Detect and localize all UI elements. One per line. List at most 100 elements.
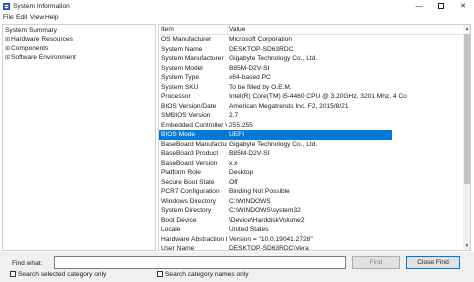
close-window-button[interactable]: ✕: [452, 0, 474, 13]
row-item: System Type: [161, 74, 199, 81]
row-value: C:\WINDOWS\system32: [229, 207, 301, 214]
row-item: SMBIOS Version: [161, 112, 211, 119]
table-row[interactable]: System Name DESKTOP-SD63RDC: [159, 45, 463, 55]
table-row[interactable]: System SKU To be filled by O.E.M.: [159, 83, 463, 93]
scroll-thumb[interactable]: [464, 34, 470, 184]
title-bar: System Information — ✕: [0, 0, 474, 13]
column-header-value[interactable]: Value: [229, 26, 245, 33]
table-row[interactable]: System Directory C:\WINDOWS\system32: [159, 206, 463, 216]
scroll-up-icon[interactable]: ▲: [463, 25, 470, 33]
menu-help[interactable]: Help: [45, 14, 59, 21]
row-item: Windows Directory: [161, 197, 216, 205]
row-item: Hardware Abstraction L...: [161, 235, 227, 243]
close-find-button[interactable]: Close Find: [406, 256, 460, 269]
row-value: x64-based PC: [229, 74, 271, 81]
table-row[interactable]: SMBIOS Version 2.7: [159, 111, 463, 121]
tree-item-components[interactable]: ⊞Components: [5, 44, 48, 53]
row-item: System Manufacturer: [161, 55, 224, 62]
menu-bar: File Edit View Help: [0, 13, 474, 23]
menu-view[interactable]: View: [30, 14, 44, 21]
table-row[interactable]: PCR7 Configuration Binding Not Possible: [159, 187, 463, 197]
row-item: System SKU: [161, 83, 199, 91]
table-row[interactable]: Secure Boot State Off: [159, 178, 463, 188]
table-row[interactable]: System Model B85M-D2V-SI: [159, 64, 463, 74]
row-value: To be filled by O.E.M.: [229, 83, 292, 91]
category-tree[interactable]: System Summary ⊞Hardware Resources ⊞Comp…: [2, 24, 156, 251]
row-item: System Name: [161, 45, 203, 53]
table-row[interactable]: BaseBoard Manufacturer Gigabyte Technolog…: [159, 140, 463, 150]
table-row[interactable]: Processor Intel(R) Core(TM) i5-4460 CPU @…: [159, 92, 463, 102]
row-value: UEFI: [229, 131, 245, 138]
row-item: Processor: [161, 93, 191, 100]
row-item: BIOS Version/Date: [161, 102, 217, 110]
scroll-down-icon[interactable]: ▼: [463, 242, 470, 250]
tree-item-label: Software Environment: [11, 54, 76, 61]
row-item: Secure Boot State: [161, 178, 215, 186]
list-rows: OS Manufacturer Microsoft Corporation Syst…: [159, 35, 463, 251]
tree-item-software-environment[interactable]: ⊞Software Environment: [5, 53, 76, 62]
checkbox-icon: [10, 271, 16, 278]
row-value: x.x: [229, 159, 238, 167]
table-row[interactable]: Hardware Abstraction L...Version = "10.0…: [159, 235, 463, 245]
row-value: Microsoft Corporation: [229, 36, 293, 43]
row-item: BaseBoard Manufacturer: [161, 140, 227, 148]
column-divider[interactable]: [227, 26, 228, 34]
find-button[interactable]: Find: [352, 256, 400, 269]
row-item: Locale: [161, 226, 181, 233]
row-value: 255.255: [229, 121, 253, 129]
row-value: DESKTOP-SD63RDC: [229, 45, 294, 53]
table-row[interactable]: BIOS Mode UEFI: [159, 130, 392, 140]
window-title: System Information: [13, 3, 70, 10]
table-row[interactable]: User Name DESKTOP-SD63RDC\Vera: [159, 244, 463, 251]
table-row[interactable]: BIOS Version/Date American Megatrends Inc…: [159, 102, 463, 112]
row-item: System Directory: [161, 207, 212, 214]
table-row[interactable]: Embedded Controller V...255.255: [159, 121, 463, 131]
tree-item-hardware-resources[interactable]: ⊞Hardware Resources: [5, 35, 73, 44]
table-row[interactable]: Platform Role Desktop: [159, 168, 463, 178]
row-value: United States: [229, 226, 269, 233]
row-value: Binding Not Possible: [229, 188, 290, 195]
find-input[interactable]: [54, 256, 346, 269]
list-header: Item Value: [159, 25, 463, 35]
row-value: B85M-D2V-SI: [229, 150, 270, 157]
tree-item-system-summary[interactable]: System Summary: [5, 26, 58, 35]
details-list[interactable]: Item Value OS Manufacturer Microsoft Corp…: [158, 24, 471, 251]
row-value: Gigabyte Technology Co., Ltd.: [229, 55, 318, 62]
vertical-scrollbar[interactable]: ▲ ▼: [463, 25, 470, 250]
menu-edit[interactable]: Edit: [16, 14, 27, 21]
row-value: American Megatrends Inc. F2, 2015/8/21: [229, 102, 349, 110]
row-item: Embedded Controller V...: [161, 121, 227, 129]
tree-item-label: System Summary: [5, 27, 58, 34]
table-row[interactable]: Locale United States: [159, 225, 463, 235]
row-value: C:\WINDOWS: [229, 197, 271, 205]
checkbox-label: Search category names only: [165, 271, 249, 278]
tree-item-label: Hardware Resources: [11, 36, 73, 43]
minimize-button[interactable]: —: [408, 0, 430, 13]
table-row[interactable]: BaseBoard Version x.x: [159, 159, 463, 169]
row-item: BIOS Mode: [161, 131, 196, 138]
row-value: Off: [229, 178, 238, 186]
row-item: BaseBoard Product: [161, 150, 219, 157]
row-value: B85M-D2V-SI: [229, 64, 270, 72]
row-item: User Name: [161, 245, 195, 251]
table-row[interactable]: System Type x64-based PC: [159, 73, 463, 83]
row-item: Boot Device: [161, 216, 197, 224]
search-selected-category-checkbox[interactable]: Search selected category only: [10, 271, 106, 279]
table-row[interactable]: OS Manufacturer Microsoft Corporation: [159, 35, 463, 45]
search-category-names-checkbox[interactable]: Search category names only: [157, 271, 249, 279]
table-row[interactable]: Boot Device \Device\HarddiskVolume2: [159, 216, 463, 226]
row-item: BaseBoard Version: [161, 159, 218, 167]
menu-file[interactable]: File: [3, 14, 14, 21]
row-value: 2.7: [229, 112, 239, 119]
row-item: OS Manufacturer: [161, 36, 212, 43]
row-value: \Device\HarddiskVolume2: [229, 216, 305, 224]
row-value: Gigabyte Technology Co., Ltd.: [229, 140, 318, 148]
column-header-item[interactable]: Item: [161, 26, 174, 33]
table-row[interactable]: Windows Directory C:\WINDOWS: [159, 197, 463, 207]
table-row[interactable]: BaseBoard Product B85M-D2V-SI: [159, 149, 463, 159]
row-value: DESKTOP-SD63RDC\Vera: [229, 245, 309, 251]
find-bar: Find what: Find Close Find Search select…: [0, 252, 474, 282]
maximize-button[interactable]: [430, 0, 452, 13]
row-value: Desktop: [229, 169, 254, 176]
table-row[interactable]: System Manufacturer Gigabyte Technology C…: [159, 54, 463, 64]
